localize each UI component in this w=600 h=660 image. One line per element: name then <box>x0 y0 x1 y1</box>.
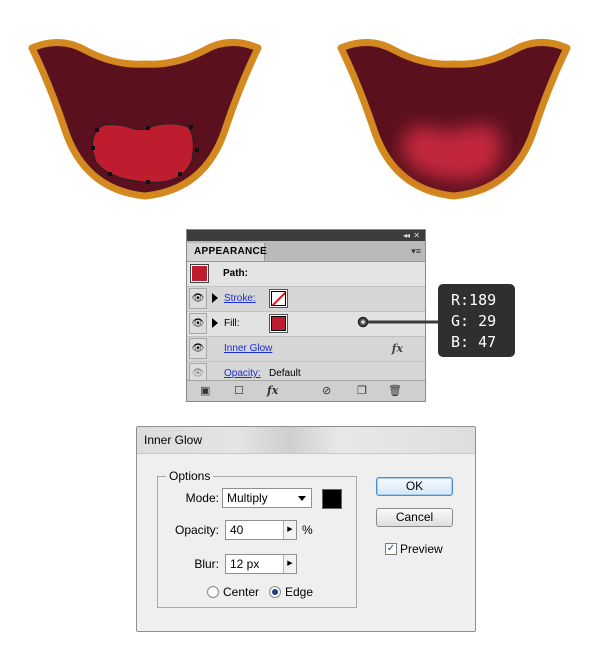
rgb-value-callout: R:189 G: 29 B: 47 <box>438 284 515 357</box>
fill-visibility-eye-icon[interactable]: 👁 <box>189 313 207 334</box>
path-label: Path: <box>223 268 248 279</box>
opacity-unit: % <box>302 523 313 537</box>
fill-color-swatch <box>271 316 286 331</box>
center-radio[interactable] <box>207 586 219 598</box>
preview-label[interactable]: Preview <box>400 542 443 556</box>
preview-checkbox[interactable]: ✓ <box>385 543 397 555</box>
collapse-panel-icon[interactable]: ◂◂ <box>403 230 410 241</box>
opacity-label-link[interactable]: Opacity: <box>224 368 261 379</box>
effect-fx-icon: fx <box>391 342 403 355</box>
delete-item-trash-icon[interactable]: 🗑 <box>388 385 402 397</box>
stroke-label-link[interactable]: Stroke: <box>224 293 256 304</box>
panel-title-bar[interactable]: ◂◂ ✕ <box>187 230 425 241</box>
rgb-blue-value: B: 47 <box>451 333 497 351</box>
edge-radio[interactable] <box>269 586 281 598</box>
stroke-row[interactable]: 👁 Stroke: <box>187 287 425 312</box>
add-effect-fx-icon[interactable]: fx <box>267 385 278 397</box>
fill-label: Fill: <box>224 318 240 329</box>
opacity-input[interactable]: 40 ▶ <box>225 520 297 540</box>
opacity-stepper-arrow-icon[interactable]: ▶ <box>283 521 296 539</box>
opacity-label: Opacity: <box>174 523 219 537</box>
stroke-none-swatch-icon <box>271 291 286 306</box>
mouth-original <box>28 39 262 200</box>
add-stroke-icon[interactable]: ▣ <box>200 385 210 397</box>
callout-connector <box>357 316 443 328</box>
mouth-illustrations <box>28 39 571 200</box>
inner-glow-dialog: Inner Glow Options Mode: Multiply Opacit… <box>136 426 476 632</box>
duplicate-item-icon[interactable]: ❐ <box>357 385 367 397</box>
tab-appearance[interactable]: APPEARANCE <box>187 243 267 261</box>
mode-dropdown-value: Multiply <box>227 491 268 505</box>
chevron-down-icon <box>298 496 306 501</box>
opacity-input-value: 40 <box>230 523 244 537</box>
blur-stepper-arrow-icon[interactable]: ▶ <box>283 555 296 573</box>
panel-bottom-toolbar: ▣ ☐ fx ⊘ ❐ 🗑 <box>187 380 425 401</box>
clear-appearance-icon[interactable]: ⊘ <box>322 385 331 397</box>
stroke-swatch[interactable] <box>269 289 288 308</box>
dialog-title[interactable]: Inner Glow <box>137 427 475 454</box>
rgb-red-value: R:189 <box>451 291 497 309</box>
stroke-expand-arrow-icon[interactable] <box>212 293 218 303</box>
path-thumbnail-fill <box>192 266 207 281</box>
mode-dropdown[interactable]: Multiply <box>222 488 312 508</box>
stroke-visibility-eye-icon[interactable]: 👁 <box>189 288 207 309</box>
blur-input[interactable]: 12 px ▶ <box>225 554 297 574</box>
opacity-default-value: Default <box>269 368 301 379</box>
glow-color-swatch[interactable] <box>322 489 342 509</box>
options-legend: Options <box>166 469 214 483</box>
mode-label: Mode: <box>185 491 219 505</box>
inner-glow-row[interactable]: 👁 Inner Glow fx <box>187 337 425 362</box>
blur-label: Blur: <box>194 557 219 571</box>
blur-input-value: 12 px <box>230 557 260 571</box>
ok-button[interactable]: OK <box>376 477 453 496</box>
cancel-button[interactable]: Cancel <box>376 508 453 527</box>
path-thumbnail <box>190 264 209 283</box>
panel-menu-icon[interactable]: ▾≡ <box>411 246 421 257</box>
add-fill-icon[interactable]: ☐ <box>234 385 244 397</box>
inner-glow-effect-link[interactable]: Inner Glow <box>224 343 272 354</box>
close-panel-icon[interactable]: ✕ <box>413 230 420 241</box>
mouth-with-inner-glow <box>337 39 571 200</box>
fill-expand-arrow-icon[interactable] <box>212 318 218 328</box>
inner-glow-visibility-eye-icon[interactable]: 👁 <box>189 338 207 359</box>
panel-tab-row: APPEARANCE ▾≡ <box>187 241 425 262</box>
center-radio-label[interactable]: Center <box>223 585 259 599</box>
rgb-green-value: G: 29 <box>451 312 497 330</box>
edge-radio-label[interactable]: Edge <box>285 585 313 599</box>
fill-swatch[interactable] <box>269 314 288 333</box>
path-row[interactable]: Path: <box>187 262 425 287</box>
